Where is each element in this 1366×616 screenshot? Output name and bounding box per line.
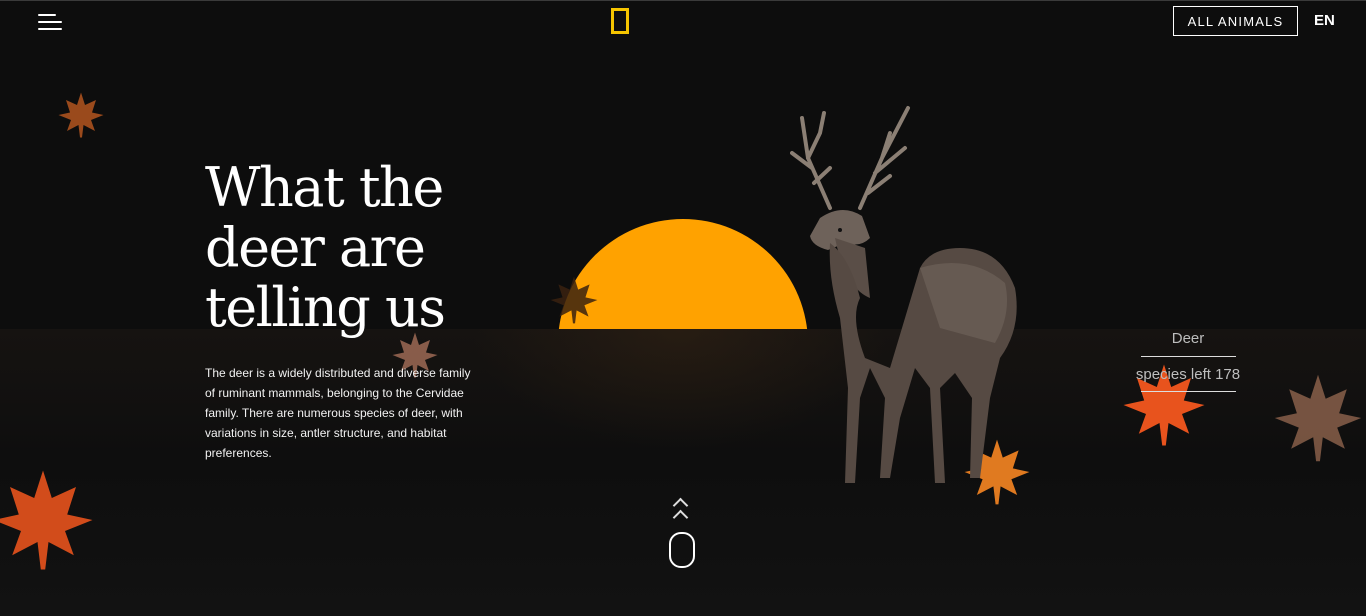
scroll-indicator[interactable] (668, 494, 696, 570)
species-name: Deer (1171, 330, 1205, 347)
chevron-up-icon (672, 509, 689, 526)
divider (1140, 356, 1236, 357)
all-animals-button[interactable]: ALL ANIMALS (1173, 6, 1298, 36)
maple-leaf-icon (0, 470, 93, 570)
top-border (0, 0, 1366, 1)
maple-leaf-icon (1274, 374, 1362, 462)
scroll-mouse-icon (669, 532, 695, 568)
hero-description: The deer is a widely distributed and div… (205, 366, 471, 460)
species-panel[interactable]: Deer species left 178 (1132, 328, 1244, 400)
title-line: What the (205, 156, 444, 219)
divider (1140, 391, 1236, 392)
language-switch[interactable]: EN (1314, 12, 1335, 29)
hamburger-menu-icon[interactable] (38, 12, 62, 32)
title-line: telling us (205, 276, 446, 339)
page-title: What the deer are telling us (205, 158, 535, 338)
species-count: species left 178 (1135, 366, 1241, 383)
deer-illustration (790, 106, 1017, 483)
maple-leaf-icon (550, 276, 598, 324)
title-line: deer are (205, 216, 426, 279)
maple-leaf-icon (58, 92, 104, 138)
logo-icon[interactable] (611, 8, 629, 34)
